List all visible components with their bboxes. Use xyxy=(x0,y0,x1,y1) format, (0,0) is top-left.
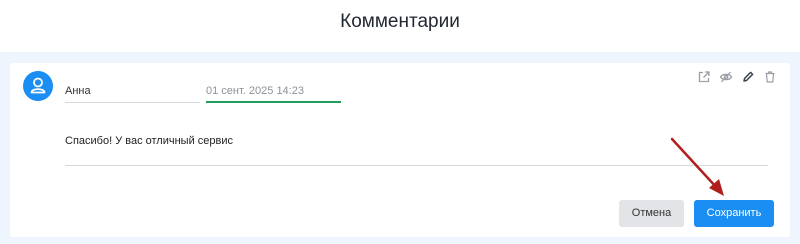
comment-text-field[interactable]: Спасибо! У вас отличный сервис xyxy=(65,123,768,166)
hide-icon[interactable] xyxy=(719,70,733,84)
author-field[interactable]: Анна xyxy=(65,79,200,103)
author-value: Анна xyxy=(65,85,91,97)
page-header: Комментарии xyxy=(0,0,800,52)
cancel-button[interactable]: Отмена xyxy=(619,200,684,227)
open-external-icon[interactable] xyxy=(697,70,711,84)
date-value: 01 сент. 2025 14:23 xyxy=(206,85,304,97)
save-button[interactable]: Сохранить xyxy=(694,200,774,227)
page-title: Комментарии xyxy=(340,11,460,32)
edit-icon[interactable] xyxy=(741,70,755,84)
user-icon xyxy=(30,77,46,94)
comment-text: Спасибо! У вас отличный сервис xyxy=(65,135,234,147)
avatar xyxy=(23,71,53,101)
comment-card: Анна 01 сент. 2025 14:23 Спасибо! У вас … xyxy=(10,63,790,237)
trash-icon[interactable] xyxy=(763,70,777,84)
date-field[interactable]: 01 сент. 2025 14:23 xyxy=(206,79,341,103)
